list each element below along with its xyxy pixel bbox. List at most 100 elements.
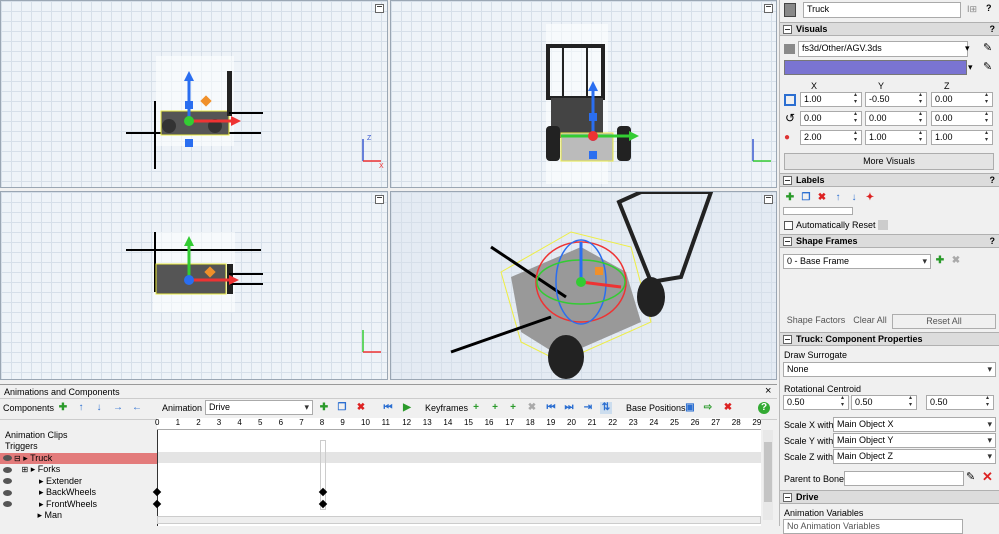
clear-base-icon[interactable]: ✖ [722,402,734,414]
tree-row-forks[interactable]: ⊞ ▸ Forks [0,464,157,476]
visibility-eye-icon[interactable] [3,478,12,485]
delete-icon[interactable]: ✖ [816,192,828,204]
labels-header[interactable]: Labels? [780,173,999,187]
object-name-input[interactable]: Truck [803,2,961,18]
scale-x-select[interactable]: Main Object X [833,417,996,432]
pin-icon[interactable]: ✦ [864,192,876,204]
drive-header[interactable]: Drive [780,490,999,504]
help-icon[interactable]: ? [990,235,996,247]
shape-frames-header[interactable]: Shape Frames? [780,234,999,248]
tree-row-frontwheels[interactable]: ▸ FrontWheels [0,499,157,511]
outdent-icon[interactable]: ← [131,402,143,414]
eyedropper-icon[interactable]: ✎ [983,41,992,54]
dropdown-arrow-icon[interactable]: ▾ [968,62,973,73]
delete-animation-icon[interactable]: ✖ [355,402,367,414]
move-down-icon[interactable]: ↓ [93,402,105,414]
shape-factors-button[interactable]: Shape Factors [783,314,849,329]
animation-select[interactable]: Drive [205,400,313,415]
copy-icon[interactable]: ❐ [800,192,812,204]
insert-keyframe-icon[interactable]: + [507,402,519,414]
add-animation-icon[interactable]: ✚ [318,402,330,414]
position-z-input[interactable]: 0.00 [931,92,993,107]
visibility-eye-icon[interactable] [3,489,12,496]
copy-animation-icon[interactable]: ❐ [336,402,348,414]
timeline-area[interactable] [152,430,761,526]
prev-keyframe-icon[interactable]: ⏮ [545,402,557,414]
horizontal-scrollbar[interactable] [157,516,761,524]
draw-surrogate-select[interactable]: None [783,362,996,377]
maximize-icon[interactable] [764,4,773,13]
collapse-icon[interactable]: ⊟ [14,454,21,463]
add-keyframe-after-icon[interactable]: + [489,402,501,414]
more-visuals-button[interactable]: More Visuals [784,153,994,170]
size-y-input[interactable]: 1.00 [865,130,927,145]
add-icon[interactable]: ✚ [784,192,796,204]
visibility-eye-icon[interactable] [3,466,12,473]
centroid-x-input[interactable]: 0.50 [783,395,849,410]
scale-z-select[interactable]: Main Object Z [833,449,996,464]
visuals-header[interactable]: Visuals? [780,22,999,36]
move-up-icon[interactable]: ↑ [832,192,844,204]
labels-table[interactable] [783,207,853,215]
next-keyframe-icon[interactable]: ⏭ [563,402,575,414]
delete-keyframe-icon[interactable]: ✖ [526,402,538,414]
viewport-front[interactable] [390,0,777,188]
keyframe-option-icon[interactable]: ⇥ [582,402,594,414]
component-properties-header[interactable]: Truck: Component Properties [780,332,999,346]
dropdown-arrow-icon[interactable]: ▾ [965,43,970,54]
rotation-x-input[interactable]: 0.00 [800,111,862,126]
add-icon[interactable]: ✚ [934,255,946,267]
move-up-icon[interactable]: ↑ [75,402,87,414]
animation-clips-row[interactable]: Animation Clips [0,430,157,442]
close-icon[interactable]: × [765,385,771,397]
timeline-ruler[interactable]: 0 1 2 3 4 5 6 7 8 9 10 11 12 13 14 15 16 17 18 19 20 21 22 23 24… [155,418,761,430]
maximize-icon[interactable] [375,4,384,13]
expand-icon[interactable]: ⊞ [22,465,29,474]
move-down-icon[interactable]: ↓ [848,192,860,204]
viewport-side[interactable]: Z X [0,0,388,188]
clear-icon[interactable]: ✕ [982,469,993,485]
help-icon[interactable]: ? [758,402,770,414]
playhead[interactable] [157,430,158,526]
shape-frame-list[interactable] [783,272,995,310]
tree-row-extender[interactable]: ▸ Extender [0,476,157,488]
add-keyframe-icon[interactable]: + [470,402,482,414]
viewport-perspective[interactable] [390,191,777,380]
reset-all-button[interactable]: Reset All [892,314,996,329]
auto-reset-checkbox[interactable] [784,221,793,230]
centroid-z-input[interactable]: 0.50 [926,395,994,410]
indent-icon[interactable]: → [112,402,124,414]
visibility-eye-icon[interactable] [3,501,12,508]
apply-base-icon[interactable]: ⇨ [702,402,714,414]
save-icon[interactable] [878,220,888,230]
clear-all-button[interactable]: Clear All [850,314,890,329]
rotation-z-input[interactable]: 0.00 [931,111,993,126]
vertical-scrollbar[interactable] [763,430,773,520]
rewind-icon[interactable]: ⏮ [382,402,394,414]
eyedropper-icon[interactable]: ✎ [983,60,992,73]
keyframe-sort-icon[interactable]: ⇅ [600,402,612,414]
help-icon[interactable]: ? [990,23,996,35]
viewport-top[interactable] [0,191,388,380]
size-z-input[interactable]: 1.00 [931,130,993,145]
info-icon[interactable]: I⊞ [967,4,977,15]
shape-frame-select[interactable]: 0 - Base Frame [783,254,931,269]
scale-y-select[interactable]: Main Object Y [833,433,996,448]
visibility-eye-icon[interactable] [3,455,12,462]
play-icon[interactable]: ▶ [401,402,413,414]
size-x-input[interactable]: 2.00 [800,130,862,145]
tree-row-man[interactable]: ▸ Man [0,510,157,522]
save-base-icon[interactable]: ▣ [684,402,696,414]
add-component-icon[interactable]: ✚ [57,402,69,414]
centroid-y-input[interactable]: 0.50 [851,395,917,410]
animation-variables-list[interactable]: No Animation Variables [783,519,963,534]
shape-file-input[interactable]: fs3d/Other/AGV.3ds [798,41,968,57]
help-icon[interactable]: ? [990,174,996,186]
delete-icon[interactable]: ✖ [950,255,962,267]
tree-row-truck[interactable]: ⊟ ▸ Truck [0,452,157,464]
help-icon[interactable]: ? [986,3,992,13]
position-y-input[interactable]: -0.50 [865,92,927,107]
rotation-y-input[interactable]: 0.00 [865,111,927,126]
color-swatch[interactable] [784,60,967,75]
position-x-input[interactable]: 1.00 [800,92,862,107]
